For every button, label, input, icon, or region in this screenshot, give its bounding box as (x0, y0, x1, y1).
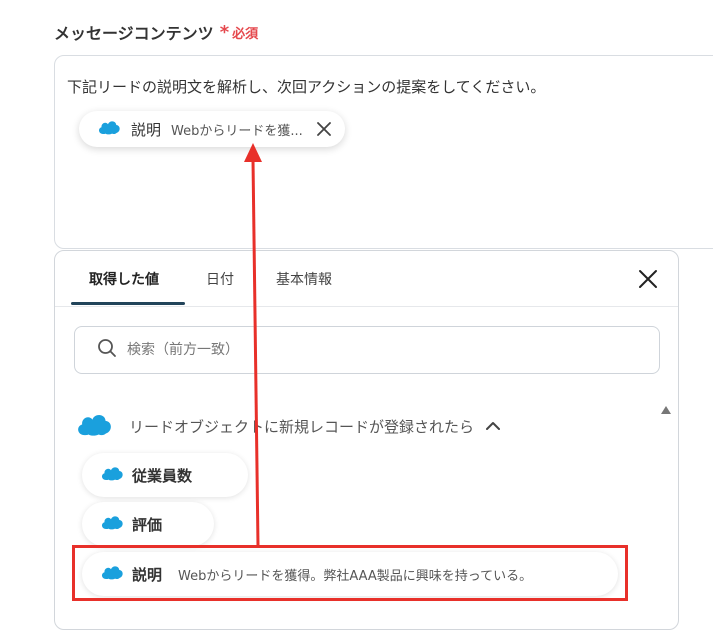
salesforce-cloud-icon (100, 564, 124, 584)
search-input[interactable] (125, 341, 609, 359)
item-name: 従業員数 (132, 466, 193, 485)
tab-date[interactable]: 日付 (206, 269, 234, 289)
message-editor[interactable]: 下記リードの説明文を解析し、次回アクションの提案をしてください。 説明 Webか… (54, 55, 713, 249)
list-item-employees[interactable]: 従業員数 (82, 453, 248, 497)
chip-close-icon[interactable] (316, 122, 331, 136)
salesforce-cloud-icon (75, 411, 113, 441)
search-field[interactable] (74, 326, 660, 374)
salesforce-cloud-icon (97, 119, 121, 139)
required-star: * (219, 21, 230, 43)
required-badge: 必須 (232, 26, 259, 42)
salesforce-cloud-icon (100, 465, 124, 485)
scroll-up-icon[interactable] (661, 399, 671, 418)
close-icon[interactable] (638, 269, 658, 293)
list-item-rating[interactable]: 評価 (82, 502, 214, 546)
field-label-text: メッセージコンテンツ (54, 24, 214, 43)
editor-text[interactable]: 下記リードの説明文を解析し、次回アクションの提案をしてください。 (67, 76, 545, 97)
search-icon (97, 338, 117, 362)
tab-basic-info[interactable]: 基本情報 (276, 269, 332, 289)
item-name: 説明 (132, 565, 163, 584)
salesforce-cloud-icon (100, 514, 124, 534)
item-value: Webからリードを獲得。弊社AAA製品に興味を持っている。 (178, 568, 533, 584)
group-title: リードオブジェクトに新規レコードが登録されたら (129, 417, 475, 436)
list-item-description[interactable]: 説明 Webからリードを獲得。弊社AAA製品に興味を持っている。 (82, 552, 618, 596)
variable-chip[interactable]: 説明 Webからリードを獲... (79, 111, 345, 147)
chevron-up-icon[interactable] (486, 421, 501, 431)
tab-retrieved-values[interactable]: 取得した値 (89, 269, 159, 289)
chip-name: 説明 (131, 120, 162, 139)
item-name: 評価 (132, 515, 163, 534)
field-label: メッセージコンテンツ * 必須 (54, 20, 258, 44)
tab-bar: 取得した値 日付 基本情報 (55, 251, 678, 307)
active-tab-indicator (71, 302, 185, 305)
group-header[interactable]: リードオブジェクトに新規レコードが登録されたら (75, 411, 501, 441)
chip-value: Webからリードを獲... (171, 123, 303, 139)
